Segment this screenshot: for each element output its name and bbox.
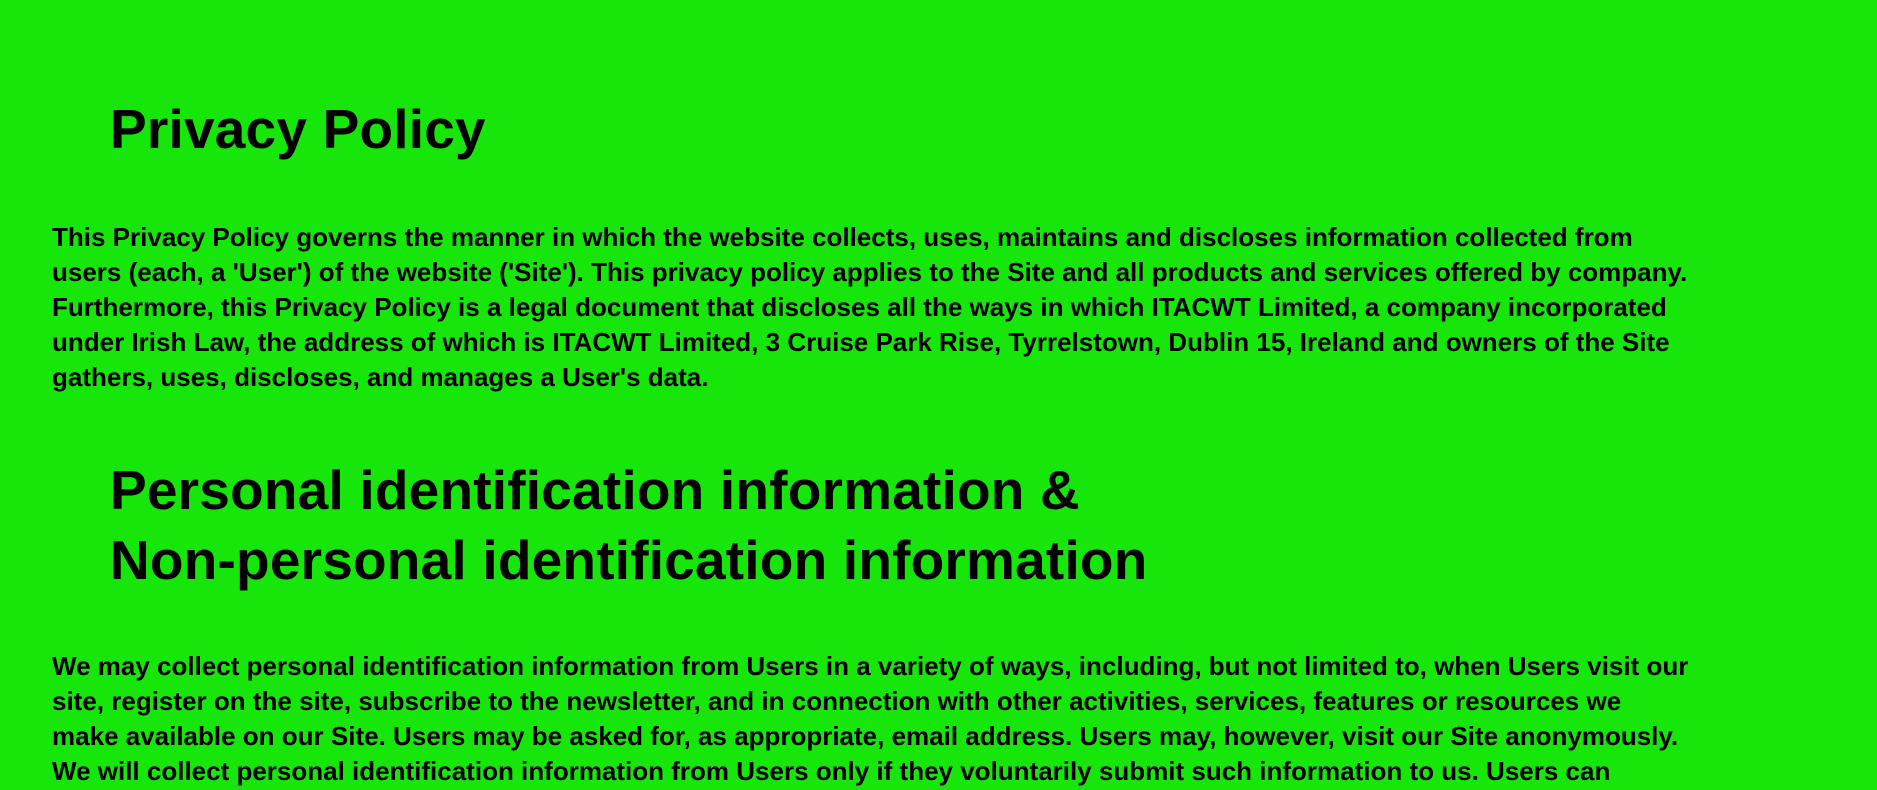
intro-line: This Privacy Policy governs the manner i…: [52, 222, 1633, 252]
intro-line: Furthermore, this Privacy Policy is a le…: [52, 292, 1667, 322]
section-line: We may collect personal identification i…: [52, 651, 1689, 681]
section-heading-line: Personal identification information &: [110, 459, 1080, 521]
privacy-policy-page: Privacy Policy This Privacy Policy gover…: [0, 0, 1877, 790]
intro-paragraph: This Privacy Policy governs the manner i…: [52, 220, 1687, 395]
intro-line: under Irish Law, the address of which is…: [52, 327, 1670, 357]
section-line: site, register on the site, subscribe to…: [52, 686, 1622, 716]
page-title: Privacy Policy: [110, 98, 486, 160]
section-paragraph: We may collect personal identification i…: [52, 649, 1688, 789]
section-line: We will collect personal identification …: [52, 756, 1611, 786]
intro-line: users (each, a 'User') of the website ('…: [52, 257, 1688, 287]
section-heading-line: Non-personal identification information: [110, 529, 1148, 591]
section-heading-personal-info: Personal identification information & No…: [110, 455, 1148, 595]
intro-line: gathers, uses, discloses, and manages a …: [52, 362, 709, 392]
section-line: make available on our Site. Users may be…: [52, 721, 1679, 751]
